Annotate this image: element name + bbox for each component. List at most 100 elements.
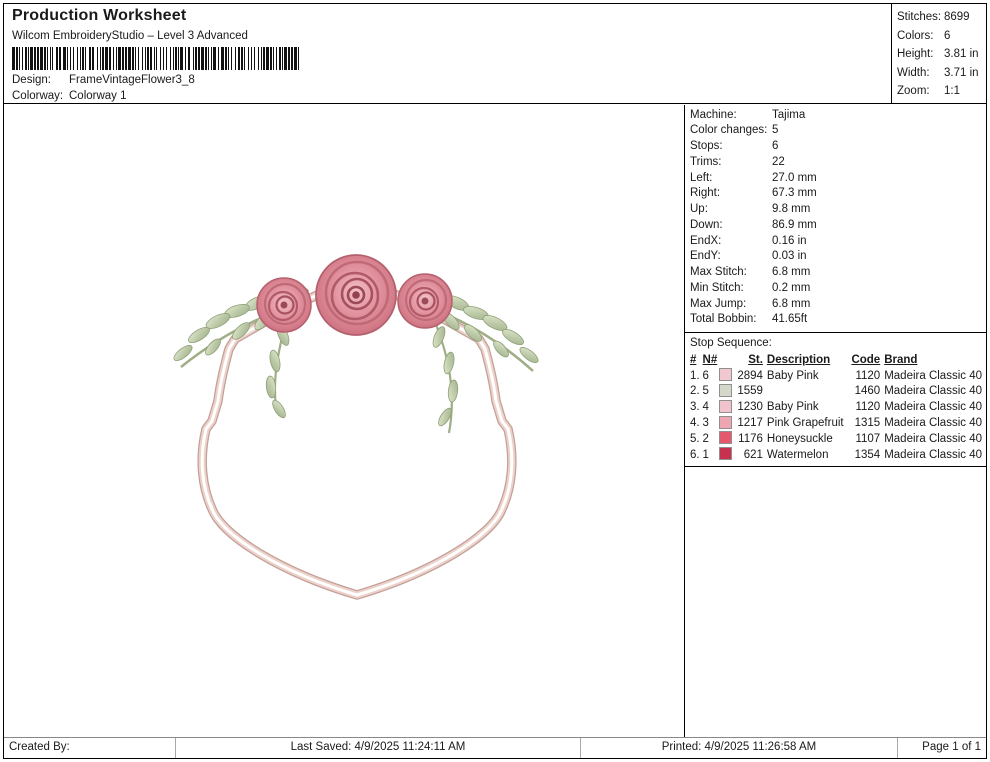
thread-color-swatch [719,384,732,397]
summary-stat-row-value: 8699 [944,8,970,27]
machine-parameter-row-value: 27.0 mm [772,171,817,187]
machine-parameter-row-value: 86.9 mm [772,218,817,234]
seq-code: 1460 [850,384,884,400]
machine-parameter-row-label: Down: [690,218,772,234]
seq-description: Pink Grapefruit [767,415,850,431]
seq-swatch-cell [719,384,734,400]
machine-parameter-row: Trims:22 [690,155,981,171]
seq-description: Baby Pink [767,368,850,384]
worksheet-page: Production Worksheet Wilcom EmbroiderySt… [3,3,987,759]
design-barcode [12,47,299,70]
machine-parameter-row-value: 6.8 mm [772,297,810,313]
machine-parameter-row-value: 0.2 mm [772,281,810,297]
machine-parameter-row-label: Min Stitch: [690,281,772,297]
summary-stat-row-value: 6 [944,27,950,46]
seq-num: 6. [690,447,703,463]
thread-color-swatch [719,368,732,381]
colorway-row: Colorway: Colorway 1 [12,90,883,102]
stop-sequence-row: 1.62894Baby Pink1120Madeira Classic 40 [690,368,982,384]
printed-text: Printed: 4/9/2025 11:26:58 AM [581,738,898,758]
page-title: Production Worksheet [12,7,883,25]
stop-sequence-row: 6.1621Watermelon1354Madeira Classic 40 [690,447,982,463]
seq-swatch-cell [719,399,734,415]
rose-left [257,278,311,332]
summary-stat-row-label: Colors: [897,27,944,46]
embroidery-design-graphic [171,233,543,605]
machine-parameter-row-value: 0.03 in [772,249,807,265]
summary-stat-row-label: Stitches: [897,8,944,27]
machine-parameter-row-value: 6.8 mm [772,265,810,281]
summary-stat-row-label: Height: [897,45,944,64]
design-value: FrameVintageFlower3_8 [69,74,195,86]
seq-brand: Madeira Classic 40 [884,431,982,447]
main-area: Machine:TajimaColor changes:5Stops:6Trim… [4,105,986,738]
machine-parameter-row-value: 41.65ft [772,312,807,328]
seq-needle: 6 [703,368,719,384]
seq-code: 1315 [850,415,884,431]
seq-num: 5. [690,431,703,447]
machine-parameter-row-value: 22 [772,155,785,171]
machine-parameter-row: Machine:Tajima [690,108,981,124]
machine-parameter-row-value: 9.8 mm [772,202,810,218]
machine-parameter-row-value: Tajima [772,108,805,124]
summary-stat-row-label: Width: [897,64,944,83]
footer-bar: Created By: Last Saved: 4/9/2025 11:24:1… [4,737,986,758]
seq-num: 3. [690,399,703,415]
summary-stats-box: Stitches:8699Colors:6Height:3.81 inWidth… [891,4,986,103]
machine-parameter-row-value: 0.16 in [772,234,807,250]
machine-parameter-row: Max Jump:6.8 mm [690,297,981,313]
machine-parameter-row-label: EndY: [690,249,772,265]
machine-parameter-row-label: Right: [690,186,772,202]
page-number: Page 1 of 1 [898,738,986,758]
col-header-description: Description [767,352,850,368]
col-header-code: Code [850,352,884,368]
stop-sequence-title: Stop Sequence: [690,335,982,351]
machine-parameter-row-label: Stops: [690,139,772,155]
created-by-label: Created By: [4,738,176,758]
design-preview [4,105,684,738]
seq-num: 2. [690,384,703,400]
machine-parameter-row: Color changes:5 [690,123,981,139]
seq-brand: Madeira Classic 40 [884,415,982,431]
seq-code: 1354 [850,447,884,463]
stop-sequence-table: # N# St. Description Code Brand 1.62894B… [690,352,982,463]
seq-swatch-cell [719,368,734,384]
summary-stat-row: Stitches:8699 [897,8,986,27]
machine-parameter-row: Down:86.9 mm [690,218,981,234]
machine-parameter-row-value: 6 [772,139,778,155]
machine-info-panel: Machine:TajimaColor changes:5Stops:6Trim… [684,105,986,738]
thread-color-swatch [719,416,732,429]
seq-needle: 2 [703,431,719,447]
machine-parameter-row: EndX:0.16 in [690,234,981,250]
thread-color-swatch [719,431,732,444]
colorway-label: Colorway: [12,90,69,102]
seq-needle: 3 [703,415,719,431]
seq-swatch-cell [719,447,734,463]
summary-stat-row: Zoom:1:1 [897,82,986,101]
seq-description [767,384,850,400]
machine-parameter-row: Total Bobbin:41.65ft [690,312,981,328]
colorway-value: Colorway 1 [69,90,127,102]
design-label: Design: [12,74,69,86]
stop-sequence-row: 2.515591460Madeira Classic 40 [690,384,982,400]
machine-parameter-row-value: 5 [772,123,778,139]
machine-parameter-row-label: Color changes: [690,123,772,139]
summary-stat-row-label: Zoom: [897,82,944,101]
machine-parameter-row: Right:67.3 mm [690,186,981,202]
seq-swatch-cell [719,415,734,431]
seq-stitches: 2894 [733,368,767,384]
summary-stat-row: Colors:6 [897,27,986,46]
seq-stitches: 1176 [733,431,767,447]
machine-parameter-list: Machine:TajimaColor changes:5Stops:6Trim… [685,105,986,333]
rose-right [398,274,452,328]
seq-stitches: 1559 [733,384,767,400]
production-worksheet-window: Production Worksheet Wilcom EmbroiderySt… [0,0,990,762]
last-saved-text: Last Saved: 4/9/2025 11:24:11 AM [176,738,581,758]
machine-parameter-row: Min Stitch:0.2 mm [690,281,981,297]
stop-sequence-section: Stop Sequence: # N# St. Description Code… [685,332,986,467]
seq-needle: 5 [703,384,719,400]
rose-center [316,255,396,335]
thread-color-swatch [719,447,732,460]
summary-stat-row: Width:3.71 in [897,64,986,83]
col-header-st: St. [733,352,767,368]
